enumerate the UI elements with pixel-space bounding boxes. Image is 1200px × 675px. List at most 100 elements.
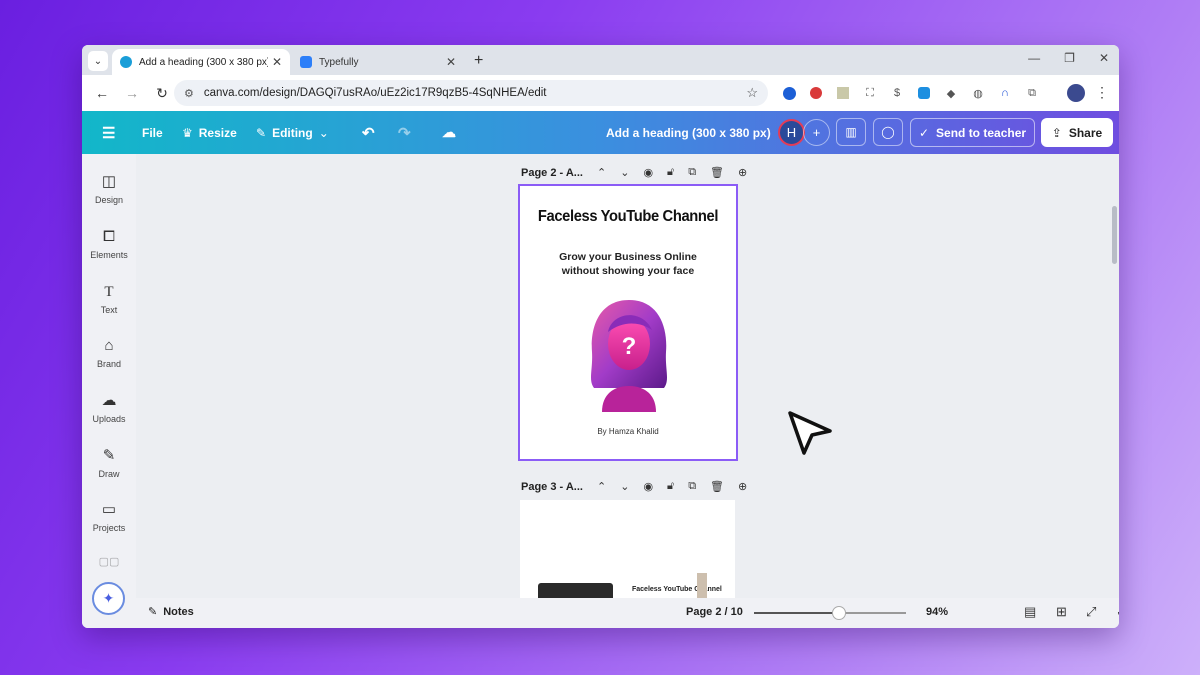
sidebar-item-more[interactable]: ▢▢ xyxy=(82,552,136,572)
page-view-icon[interactable]: ▤ xyxy=(1024,604,1036,620)
undo-icon[interactable]: ↶ xyxy=(362,111,375,154)
forward-arrow-icon[interactable]: → xyxy=(120,85,144,101)
editing-mode-button[interactable]: ✎ Editing ⌄ xyxy=(256,111,329,154)
extension-icon[interactable] xyxy=(807,84,825,102)
page-heading[interactable]: Faceless YouTube Channel xyxy=(529,208,728,226)
magic-sparkle-icon[interactable]: ✦ xyxy=(92,582,125,615)
chevron-down-icon[interactable]: ⌄ xyxy=(620,480,629,493)
sidebar-item-brand[interactable]: ⌂ Brand xyxy=(82,336,136,369)
text-icon: T xyxy=(104,284,114,300)
page-3-image-element xyxy=(697,573,707,598)
sidebar-item-label: Brand xyxy=(96,359,122,369)
resize-button[interactable]: ♛ Resize xyxy=(182,111,237,154)
extension-icon[interactable]: ◆ xyxy=(942,84,960,102)
trash-icon[interactable]: 🗑︎ xyxy=(710,166,724,179)
sidebar-item-elements[interactable]: ⧠ Elements xyxy=(82,227,136,260)
share-label: Share xyxy=(1068,125,1103,140)
hide-eye-icon[interactable]: ◉ xyxy=(643,480,653,493)
fullscreen-expand-icon[interactable]: ⤢ xyxy=(1086,604,1096,620)
page-label[interactable]: Page 2 - A... xyxy=(521,167,583,179)
projects-icon: ▭ xyxy=(101,501,117,518)
page-label[interactable]: Page 3 - A... xyxy=(521,481,583,493)
minimize-icon[interactable]: — xyxy=(1028,51,1040,65)
redo-icon[interactable]: ↷ xyxy=(398,111,411,154)
mouse-cursor-arrow-icon xyxy=(788,411,832,455)
zoom-level[interactable]: 94% xyxy=(926,606,948,618)
profile-avatar[interactable] xyxy=(1067,84,1085,102)
grid-view-icon[interactable]: ⊞ xyxy=(1056,604,1067,620)
extension-icon[interactable] xyxy=(915,84,933,102)
comment-icon[interactable]: ◯ xyxy=(873,118,903,146)
extension-icon[interactable] xyxy=(780,84,798,102)
close-icon[interactable]: ✕ xyxy=(446,55,456,69)
trash-icon[interactable]: 🗑︎ xyxy=(710,480,724,493)
tab-search-button[interactable]: ⌄ xyxy=(88,51,108,71)
puzzle-extensions-icon[interactable]: ⧉ xyxy=(1023,84,1041,102)
close-window-icon[interactable]: ✕ xyxy=(1099,51,1109,65)
sidebar-item-draw[interactable]: ✎ Draw xyxy=(82,446,136,479)
add-page-icon[interactable]: ⊕ xyxy=(738,166,747,179)
pencil-icon: ✎ xyxy=(256,125,267,140)
crown-icon: ♛ xyxy=(182,125,193,140)
tab-canva[interactable]: Add a heading (300 x 380 px) - ✕ xyxy=(112,49,290,75)
design-page-2[interactable]: Faceless YouTube Channel Grow your Busin… xyxy=(518,184,738,461)
url-input[interactable]: ⚙ canva.com/design/DAGQi7usRAo/uEz2ic17R… xyxy=(174,80,768,106)
new-tab-plus-icon[interactable]: + xyxy=(474,52,483,70)
globe-extension-icon[interactable]: ◍ xyxy=(969,84,987,102)
hide-eye-icon[interactable]: ◉ xyxy=(643,166,653,179)
sidebar-item-projects[interactable]: ▭ Projects xyxy=(82,500,136,533)
send-to-teacher-button[interactable]: ✓ Send to teacher xyxy=(910,118,1035,147)
sidebar-item-text[interactable]: T Text xyxy=(82,282,136,315)
bookmark-star-icon[interactable]: ☆ xyxy=(746,85,758,101)
vertical-scrollbar[interactable] xyxy=(1112,206,1117,264)
check-circle-icon[interactable]: ✓ xyxy=(1116,604,1119,620)
notes-button[interactable]: ✎ Notes xyxy=(148,605,194,619)
sidebar-item-label: Elements xyxy=(90,250,128,260)
extension-icon[interactable] xyxy=(834,84,852,102)
close-icon[interactable]: ✕ xyxy=(272,55,282,69)
zoom-slider-thumb[interactable] xyxy=(832,606,847,620)
design-page-3[interactable]: Faceless YouTube Channel xyxy=(520,500,735,598)
duplicate-icon[interactable]: ⧉ xyxy=(688,166,696,179)
zoom-slider[interactable] xyxy=(754,606,906,620)
duplicate-icon[interactable]: ⧉ xyxy=(688,480,696,493)
draw-icon: ✎ xyxy=(102,447,116,464)
chevron-up-icon[interactable]: ⌃ xyxy=(597,480,606,493)
add-collaborator-plus-icon[interactable]: + xyxy=(803,119,830,146)
author-credit[interactable]: By Hamza Khalid xyxy=(520,427,736,436)
page-3-dark-element xyxy=(538,583,613,598)
canva-toolbar: ☰ File ♛ Resize ✎ Editing ⌄ ↶ ↷ ☁ Add a hea… xyxy=(82,111,1119,154)
extension-icon[interactable]: ∩ xyxy=(996,84,1014,102)
extensions-row: ⛶ $ ◆ ◍ ∩ ⧉ xyxy=(780,84,1041,102)
crop-extension-icon[interactable]: ⛶ xyxy=(861,84,879,102)
tab-title: Add a heading (300 x 380 px) - xyxy=(139,56,268,68)
tab-strip: ⌄ Add a heading (300 x 380 px) - ✕ Typef… xyxy=(82,45,1119,75)
sidebar-item-label: Uploads xyxy=(92,414,126,424)
page-indicator[interactable]: Page 2 / 10 xyxy=(686,606,743,618)
file-menu-button[interactable]: File xyxy=(142,111,163,154)
restore-icon[interactable]: ❐ xyxy=(1064,51,1075,65)
lock-icon[interactable]: 🔓︎ xyxy=(667,480,674,493)
user-avatar[interactable]: H xyxy=(778,119,805,146)
document-title[interactable]: Add a heading (300 x 380 px) xyxy=(606,111,771,154)
browser-menu-icon[interactable]: ⋮ xyxy=(1095,84,1109,101)
tab-typefully[interactable]: Typefully ✕ xyxy=(292,49,464,75)
subheading-line-2: without showing your face xyxy=(561,265,695,277)
share-button[interactable]: ⇪ Share xyxy=(1041,118,1113,147)
sidebar-item-design[interactable]: ◫ Design xyxy=(82,172,136,205)
sidebar-item-uploads[interactable]: ☁ Uploads xyxy=(82,391,136,424)
page-subheading[interactable]: Grow your Business Online without showin… xyxy=(520,250,736,278)
insights-chart-icon[interactable]: ▥ xyxy=(836,118,866,146)
reload-icon[interactable]: ↻ xyxy=(150,85,174,102)
back-arrow-icon[interactable]: ← xyxy=(90,85,114,101)
notes-pencil-icon: ✎ xyxy=(148,606,158,618)
lock-icon[interactable]: 🔓︎ xyxy=(667,166,674,179)
dollar-extension-icon[interactable]: $ xyxy=(888,84,906,102)
cloud-saved-icon[interactable]: ☁ xyxy=(442,111,456,154)
add-page-icon[interactable]: ⊕ xyxy=(738,480,747,493)
site-settings-icon[interactable]: ⚙ xyxy=(184,87,194,100)
chevron-down-icon[interactable]: ⌄ xyxy=(620,166,629,179)
hamburger-menu-icon[interactable]: ☰ xyxy=(102,111,115,154)
faceless-avatar-illustration[interactable]: ? xyxy=(584,296,674,412)
chevron-up-icon[interactable]: ⌃ xyxy=(597,166,606,179)
